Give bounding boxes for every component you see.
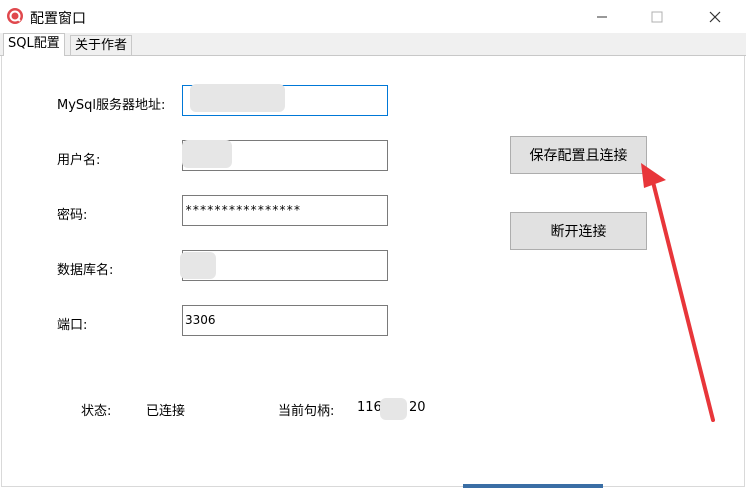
tab-sql-config[interactable]: SQL配置 [3, 33, 65, 56]
annotation-arrow [641, 163, 715, 422]
taskbar-strip [463, 484, 603, 488]
